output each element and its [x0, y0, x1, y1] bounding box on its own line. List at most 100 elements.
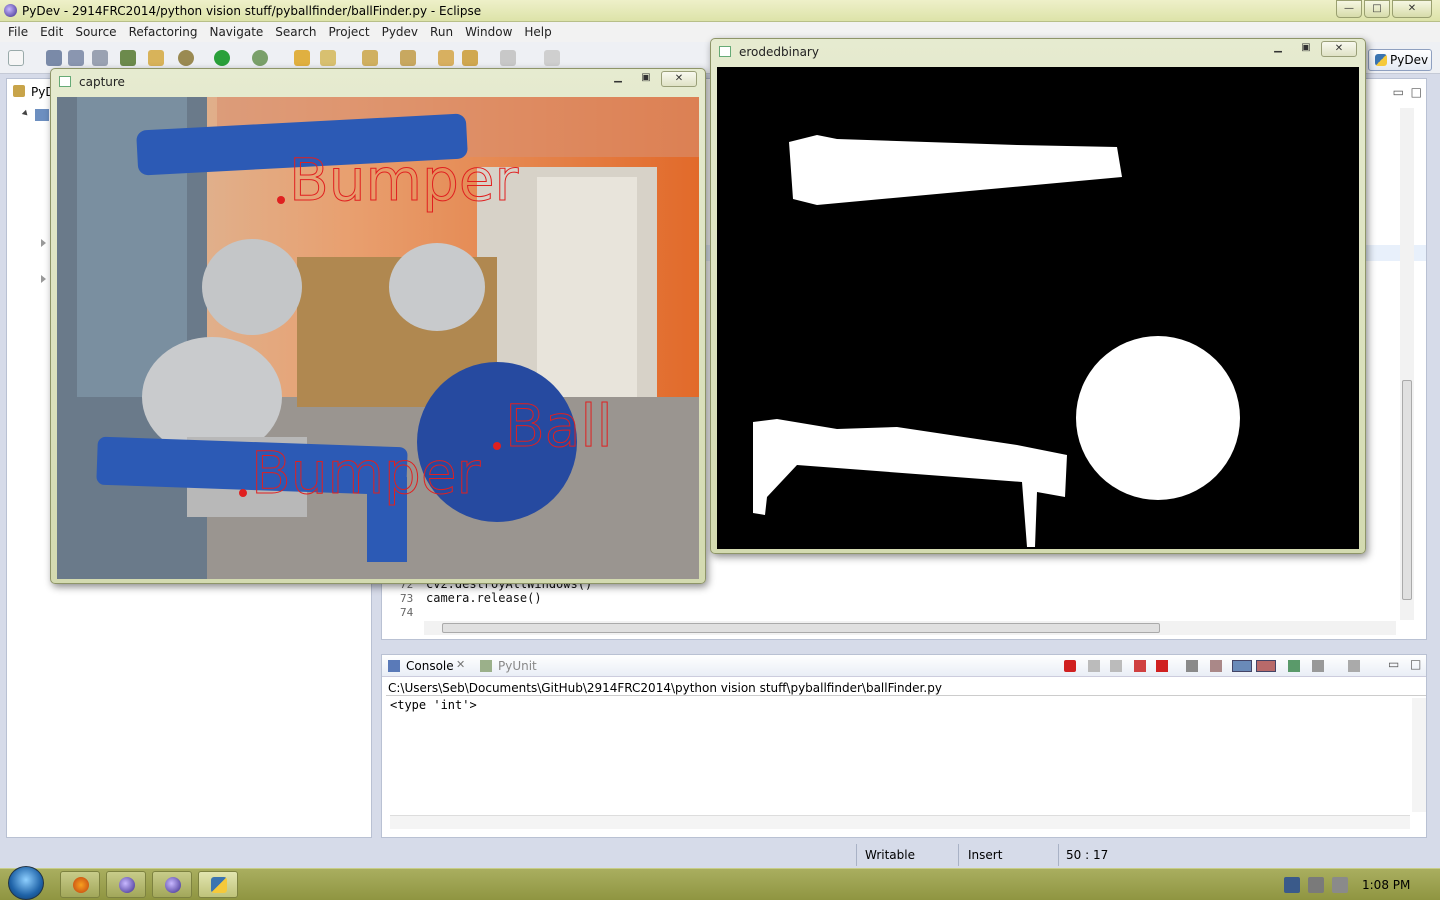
- remove-launch-icon[interactable]: [1088, 660, 1100, 672]
- window-icon: [59, 76, 71, 87]
- taskbar-eclipse[interactable]: [106, 871, 146, 898]
- open-type-icon[interactable]: [120, 50, 136, 66]
- forward-icon[interactable]: [500, 50, 516, 66]
- editor-vertical-scrollbar[interactable]: [1400, 108, 1414, 620]
- camera-frame: Bumper Ball Bumper: [57, 97, 699, 579]
- open-console-icon[interactable]: [1348, 660, 1360, 672]
- save-icon[interactable]: [46, 50, 62, 66]
- save-all-icon[interactable]: [68, 50, 84, 66]
- project-folder-icon[interactable]: [35, 109, 49, 121]
- menu-project[interactable]: Project: [323, 25, 376, 39]
- maximize-button[interactable]: □: [1364, 0, 1390, 18]
- maximize-button[interactable]: ▣: [1293, 41, 1319, 57]
- display-console-icon[interactable]: [1312, 660, 1324, 672]
- pin-icon[interactable]: [544, 50, 560, 66]
- minimize-button[interactable]: ▁: [605, 71, 631, 87]
- tree-expand-icon[interactable]: [21, 109, 31, 119]
- menu-search[interactable]: Search: [269, 25, 322, 39]
- close-button[interactable]: ✕: [1392, 0, 1432, 18]
- tab-pyunit[interactable]: PyUnit: [498, 659, 537, 673]
- console-output[interactable]: <type 'int'>: [390, 698, 477, 712]
- debug-icon[interactable]: [178, 50, 194, 66]
- tray-network-icon[interactable]: [1284, 877, 1300, 893]
- taskbar-eclipse[interactable]: [152, 871, 192, 898]
- window-title: PyDev - 2914FRC2014/python vision stuff/…: [22, 4, 482, 18]
- show-on-stderr-icon[interactable]: [1256, 660, 1276, 672]
- erodedbinary-window[interactable]: erodedbinary ▁ ▣ ✕: [710, 38, 1366, 554]
- last-edit-icon[interactable]: [438, 50, 454, 66]
- console-horizontal-scrollbar[interactable]: [390, 815, 1410, 829]
- maximize-button[interactable]: ▣: [633, 71, 659, 87]
- run-icon[interactable]: [214, 50, 230, 66]
- python-icon: [1375, 54, 1387, 66]
- tree-collapsed-icon[interactable]: [41, 275, 46, 283]
- menu-edit[interactable]: Edit: [34, 25, 69, 39]
- scrollbar-thumb[interactable]: [1402, 380, 1412, 600]
- maximize-view-icon[interactable]: □: [1410, 657, 1421, 671]
- bumper-label: Bumper: [251, 439, 481, 507]
- print-icon[interactable]: [92, 50, 108, 66]
- external-tools-icon[interactable]: [252, 50, 268, 66]
- menu-pydev[interactable]: Pydev: [376, 25, 424, 39]
- prev-annotation-icon[interactable]: [400, 50, 416, 66]
- clear-console-icon[interactable]: [1186, 660, 1198, 672]
- taskbar-python[interactable]: [198, 871, 238, 898]
- pin-console-icon[interactable]: [1288, 660, 1300, 672]
- minimize-button[interactable]: —: [1336, 0, 1362, 18]
- remove-all-icon[interactable]: [1110, 660, 1122, 672]
- terminate-relaunch-icon[interactable]: [1134, 660, 1146, 672]
- editor-maximize-icon[interactable]: □: [1411, 85, 1422, 99]
- menu-navigate[interactable]: Navigate: [203, 25, 269, 39]
- start-button[interactable]: [8, 866, 44, 900]
- console-vertical-scrollbar[interactable]: [1412, 698, 1426, 812]
- tray-action-center-icon[interactable]: [1308, 877, 1324, 893]
- code-line[interactable]: camera.release(): [426, 591, 542, 605]
- bumper-label: Bumper: [289, 146, 519, 214]
- status-cursor-position: 50 : 17: [1066, 848, 1109, 862]
- taskbar-clock[interactable]: 1:08 PM: [1362, 878, 1410, 892]
- show-on-stdout-icon[interactable]: [1232, 660, 1252, 672]
- close-button[interactable]: ✕: [661, 71, 697, 87]
- taskbar-firefox[interactable]: [60, 871, 100, 898]
- scroll-lock-icon[interactable]: [1210, 660, 1222, 672]
- terminate-all-icon[interactable]: [1156, 660, 1168, 672]
- tree-collapsed-icon[interactable]: [41, 239, 46, 247]
- editor-minimize-icon[interactable]: ▭: [1393, 85, 1404, 99]
- python-icon: [211, 877, 227, 893]
- editor-horizontal-scrollbar[interactable]: [424, 621, 1396, 635]
- blob-ball: [1076, 336, 1240, 500]
- new-icon[interactable]: [8, 50, 24, 66]
- minimize-view-icon[interactable]: ▭: [1388, 657, 1399, 671]
- scrollbar-thumb[interactable]: [442, 623, 1160, 633]
- menu-refactoring[interactable]: Refactoring: [123, 25, 204, 39]
- menu-window[interactable]: Window: [459, 25, 518, 39]
- minimize-button[interactable]: ▁: [1265, 41, 1291, 57]
- erodedbinary-window-title: erodedbinary: [739, 45, 819, 59]
- tab-console[interactable]: Console: [406, 659, 454, 673]
- console-tab-bar: Console ✕ PyUnit ▭ □: [382, 655, 1426, 677]
- console-icon: [388, 660, 400, 672]
- capture-window-title: capture: [79, 75, 125, 89]
- status-bar: Writable Insert 50 : 17: [0, 842, 1440, 868]
- capture-window[interactable]: capture ▁ ▣ ✕ Bumper Ball Bumper: [50, 68, 706, 584]
- menu-file[interactable]: File: [2, 25, 34, 39]
- menu-source[interactable]: Source: [69, 25, 122, 39]
- open-folder-icon[interactable]: [294, 50, 310, 66]
- back-icon[interactable]: [462, 50, 478, 66]
- close-button[interactable]: ✕: [1321, 41, 1357, 57]
- close-tab-icon[interactable]: ✕: [456, 658, 465, 671]
- next-annotation-icon[interactable]: [362, 50, 378, 66]
- line-number: 73: [400, 592, 414, 605]
- eclipse-icon: [165, 877, 181, 893]
- eclipse-icon: [4, 4, 17, 17]
- menu-run[interactable]: Run: [424, 25, 459, 39]
- perspective-pydev-button[interactable]: PyDev: [1368, 49, 1432, 71]
- open-resource-icon[interactable]: [148, 50, 164, 66]
- erodedbinary-window-controls: ▁ ▣ ✕: [1265, 41, 1357, 57]
- status-separator: [856, 844, 857, 866]
- menu-help[interactable]: Help: [518, 25, 557, 39]
- pencil-icon[interactable]: [320, 50, 336, 66]
- status-separator: [1058, 844, 1059, 866]
- tray-volume-icon[interactable]: [1332, 877, 1348, 893]
- terminate-icon[interactable]: [1064, 660, 1076, 672]
